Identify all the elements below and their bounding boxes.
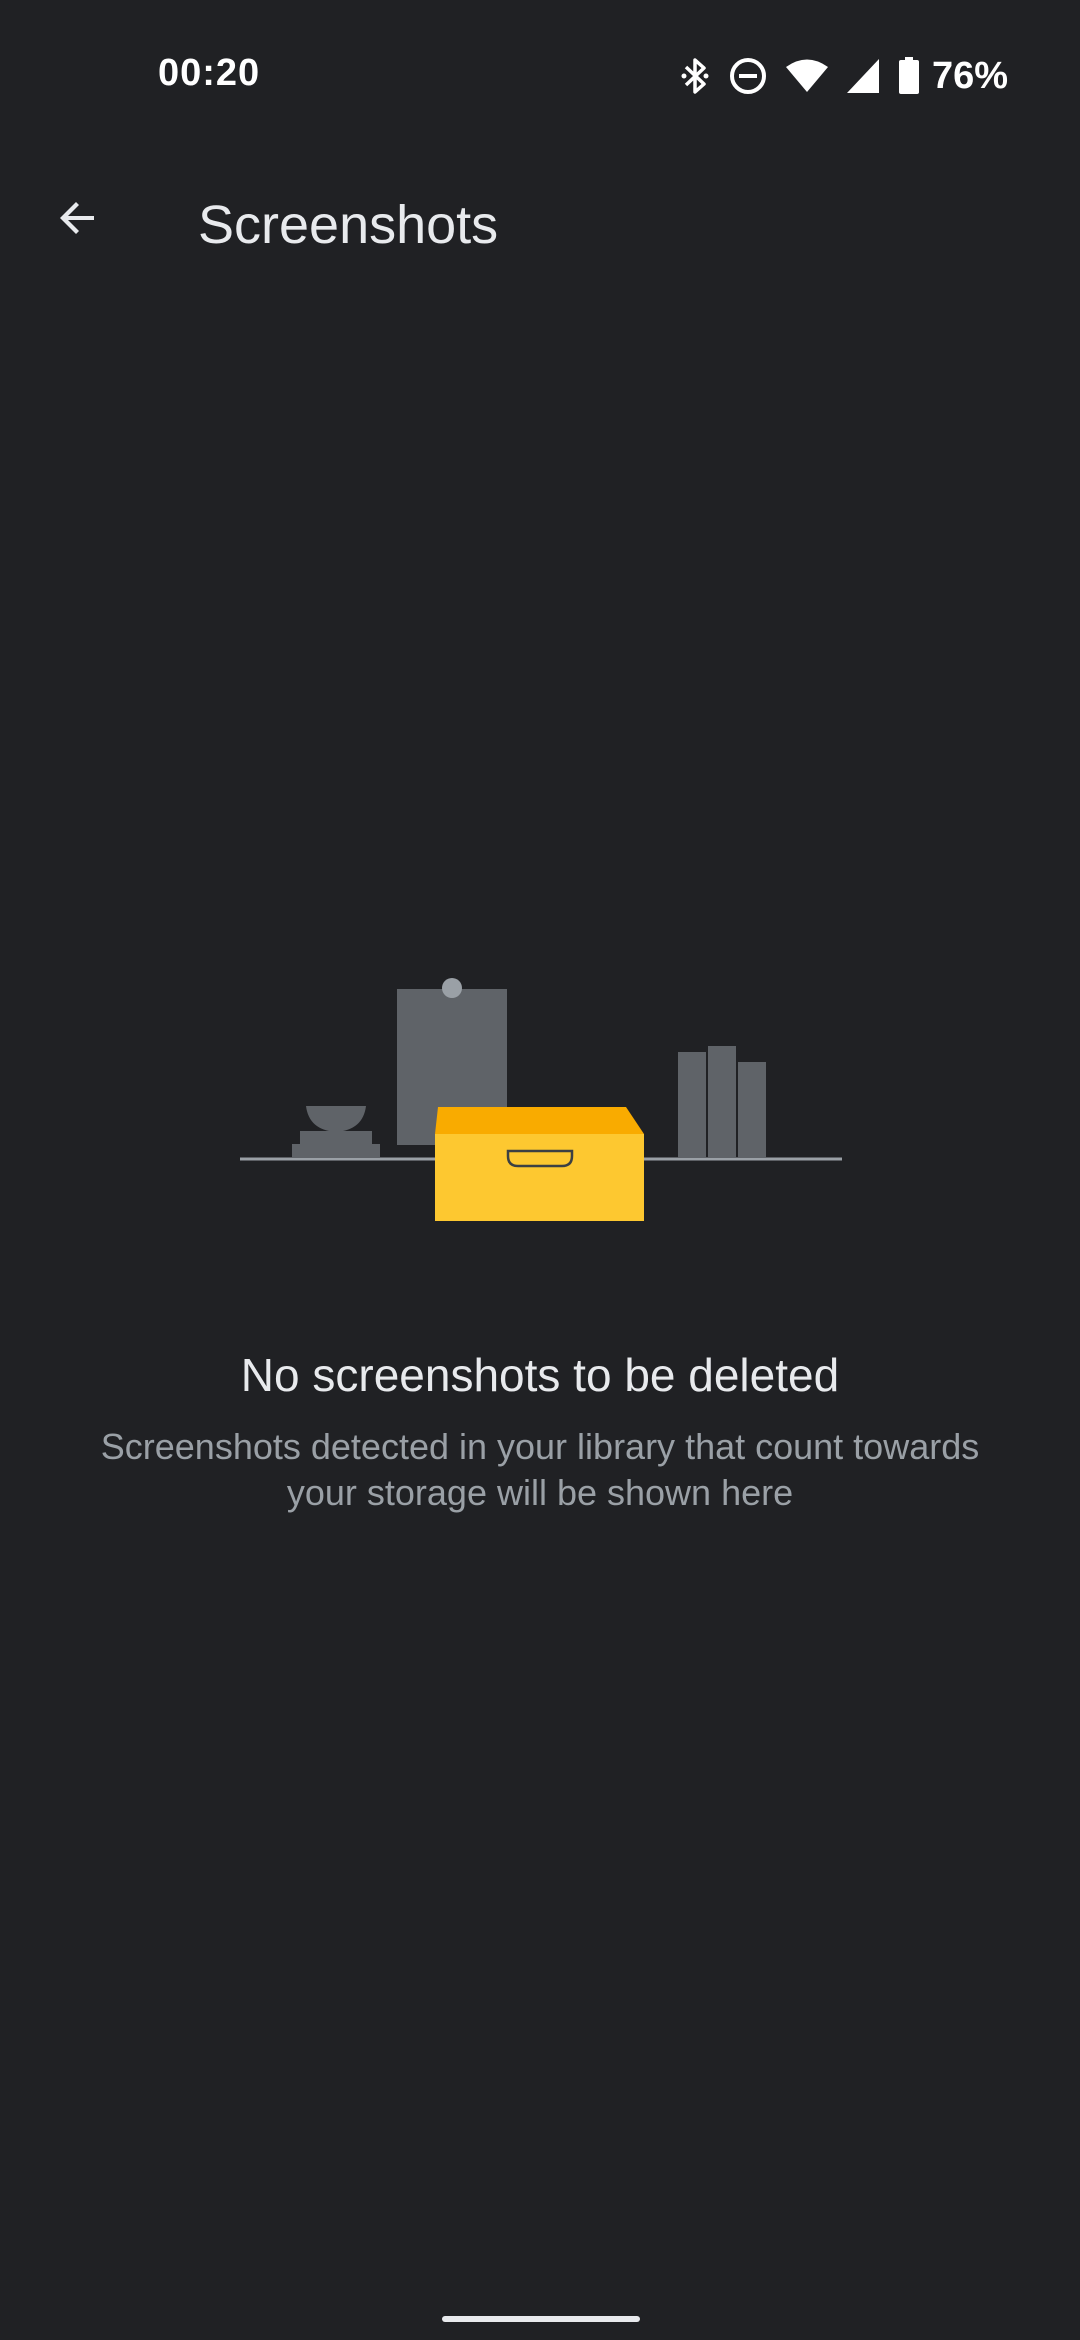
arrow-back-icon [54, 194, 102, 247]
bluetooth-icon [680, 56, 710, 96]
empty-state-subtitle: Screenshots detected in your library tha… [100, 1426, 980, 1513]
app-bar: Screenshots [0, 170, 1080, 280]
storage-box [435, 1107, 644, 1221]
status-bar: 00:20 76% [0, 0, 1080, 150]
wifi-icon [785, 58, 828, 94]
back-button[interactable] [36, 178, 120, 262]
do-not-disturb-icon [728, 56, 768, 96]
books-decoration [678, 1046, 766, 1158]
battery-icon [898, 57, 920, 95]
battery-percent: 76% [931, 54, 1008, 97]
cell-signal-icon [846, 58, 880, 94]
empty-state-title: No screenshots to be deleted [240, 1349, 840, 1401]
bowl-decoration [292, 1106, 380, 1158]
status-time: 00:20 [158, 52, 261, 94]
gesture-nav-handle[interactable] [442, 2316, 640, 2322]
page-title: Screenshots [198, 195, 499, 255]
empty-shelf-with-box-illustration [240, 978, 842, 1221]
screen: 00:20 76% Screenshots No screenshots to … [0, 0, 1080, 2340]
status-icons: 76% [680, 52, 1008, 100]
